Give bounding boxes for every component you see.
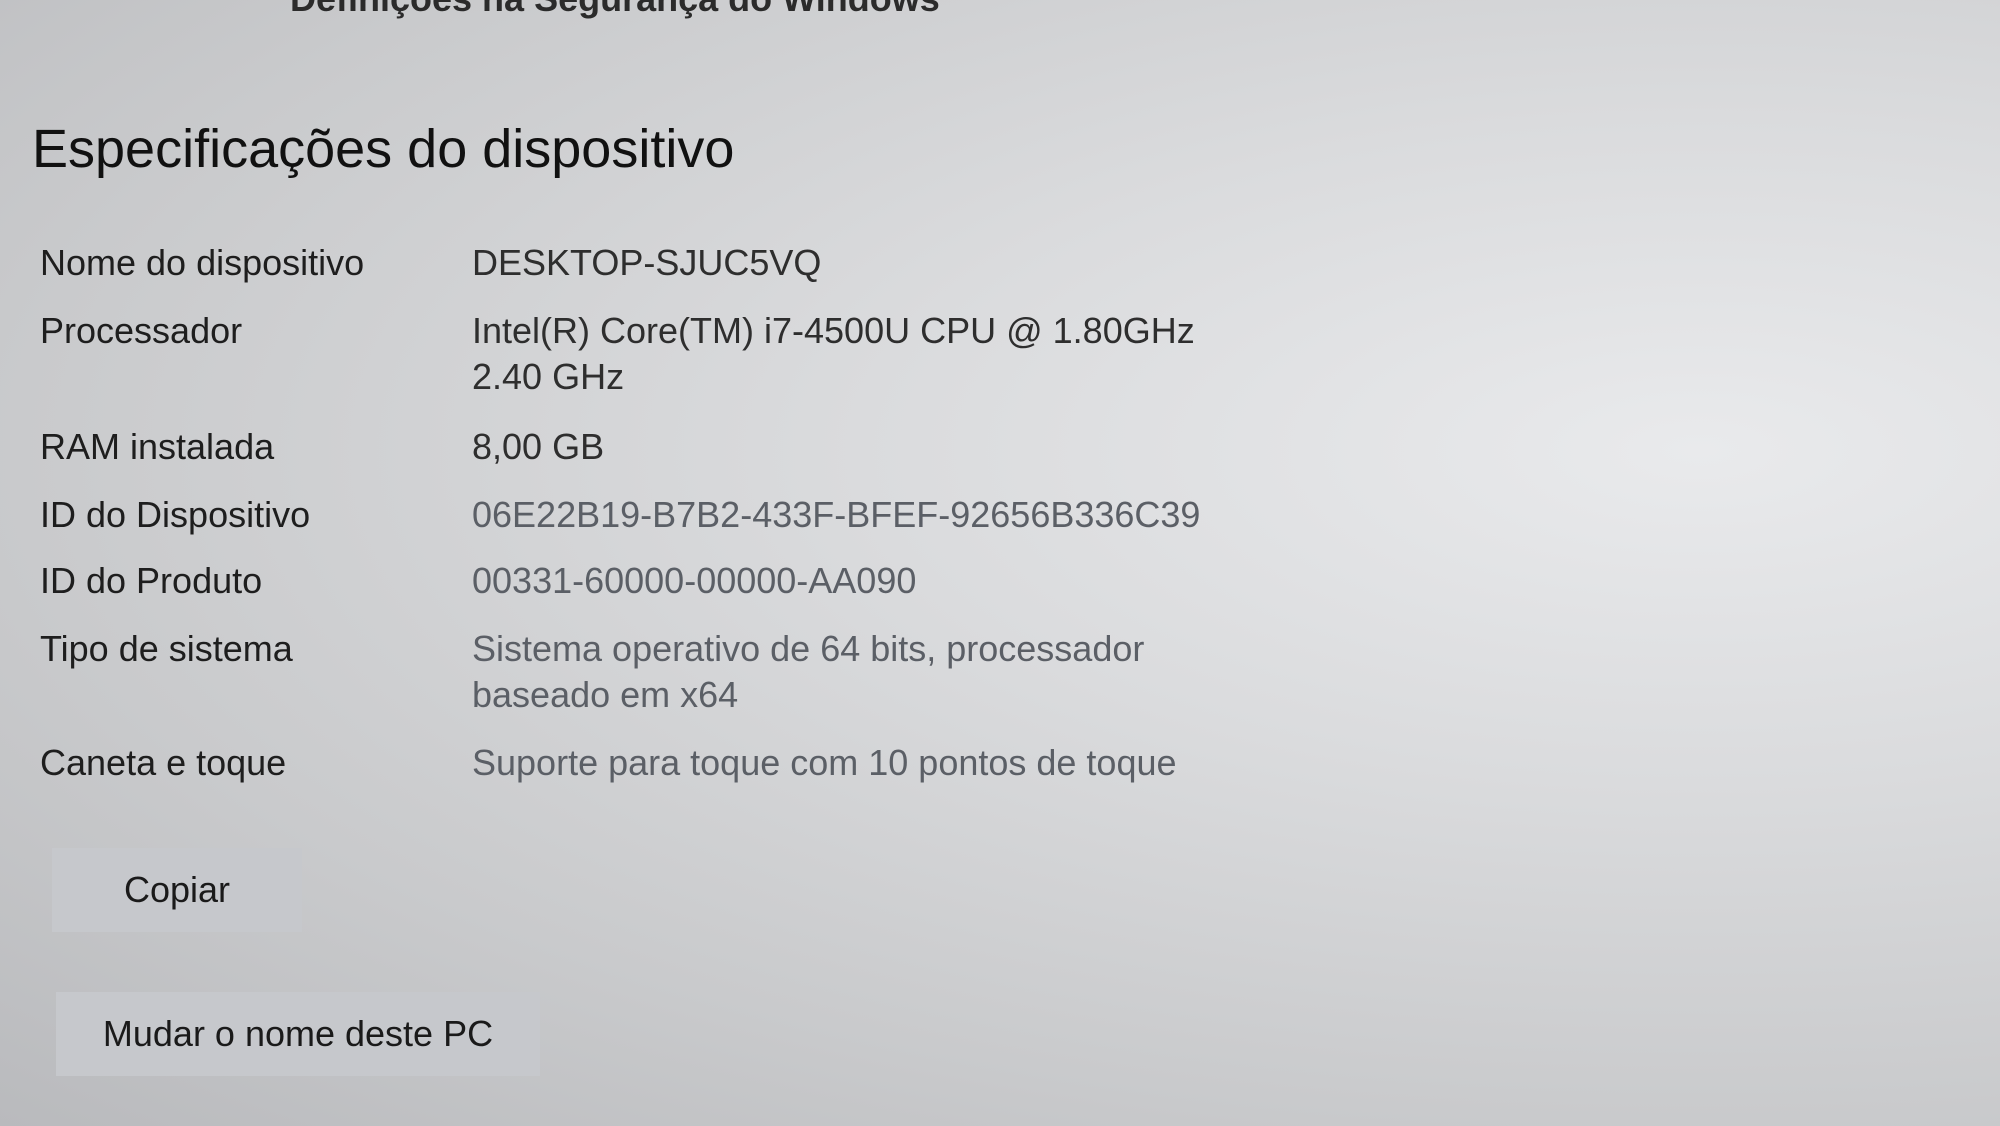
spec-value-line: 06E22B19-B7B2-433F-BFEF-92656B336C39 (472, 494, 1201, 535)
spec-value: 8,00 GB (472, 424, 1292, 470)
spec-label: ID do Produto (40, 560, 263, 601)
spec-row-system-type: Tipo de sistema Sistema operativo de 64 … (40, 626, 1340, 718)
page-title: Especificações do dispositivo (32, 119, 735, 179)
copy-button[interactable]: Copiar (52, 848, 302, 932)
spec-value: Suporte para toque com 10 pontos de toqu… (472, 740, 1292, 786)
settings-page: Definições na Segurança do Windows Espec… (0, 0, 2000, 1126)
rename-pc-button[interactable]: Mudar o nome deste PC (56, 992, 540, 1076)
spec-row-product-id: ID do Produto 00331-60000-00000-AA090 (40, 558, 1340, 604)
spec-value-line: DESKTOP-SJUC5VQ (472, 242, 822, 283)
spec-value-line: Suporte para toque com 10 pontos de toqu… (472, 742, 1177, 783)
spec-label: Caneta e toque (40, 742, 287, 783)
spec-value-line: Sistema operativo de 64 bits, processado… (472, 628, 1145, 669)
spec-value: 00331-60000-00000-AA090 (472, 558, 1292, 604)
spec-value: Intel(R) Core(TM) i7-4500U CPU @ 1.80GHz… (472, 308, 1292, 400)
spec-value-line: 8,00 GB (472, 426, 605, 467)
spec-label: Tipo de sistema (40, 628, 293, 669)
spec-label: RAM instalada (40, 426, 275, 467)
device-specifications-table: Nome do dispositivo DESKTOP-SJUC5VQ Proc… (40, 240, 1340, 786)
spec-row-device-id: ID do Dispositivo 06E22B19-B7B2-433F-BFE… (40, 492, 1340, 538)
spec-value-line: baseado em x64 (472, 674, 739, 715)
spec-row-processor: Processador Intel(R) Core(TM) i7-4500U C… (40, 308, 1340, 400)
spec-value-line: 2.40 GHz (472, 356, 625, 397)
spec-label: ID do Dispositivo (40, 494, 311, 535)
spec-row-installed-ram: RAM instalada 8,00 GB (40, 424, 1340, 470)
spec-value: DESKTOP-SJUC5VQ (472, 240, 1292, 286)
spec-value-line: 00331-60000-00000-AA090 (472, 560, 917, 601)
spec-row-pen-and-touch: Caneta e toque Suporte para toque com 10… (40, 740, 1340, 786)
spec-value-line: Intel(R) Core(TM) i7-4500U CPU @ 1.80GHz (472, 310, 1195, 351)
spec-label: Nome do dispositivo (40, 242, 365, 283)
spec-row-device-name: Nome do dispositivo DESKTOP-SJUC5VQ (40, 240, 1340, 286)
spec-value: 06E22B19-B7B2-433F-BFEF-92656B336C39 (472, 492, 1292, 538)
spec-label: Processador (40, 310, 243, 351)
windows-security-link[interactable]: Definições na Segurança do Windows (290, 0, 940, 20)
spec-value: Sistema operativo de 64 bits, processado… (472, 626, 1292, 718)
